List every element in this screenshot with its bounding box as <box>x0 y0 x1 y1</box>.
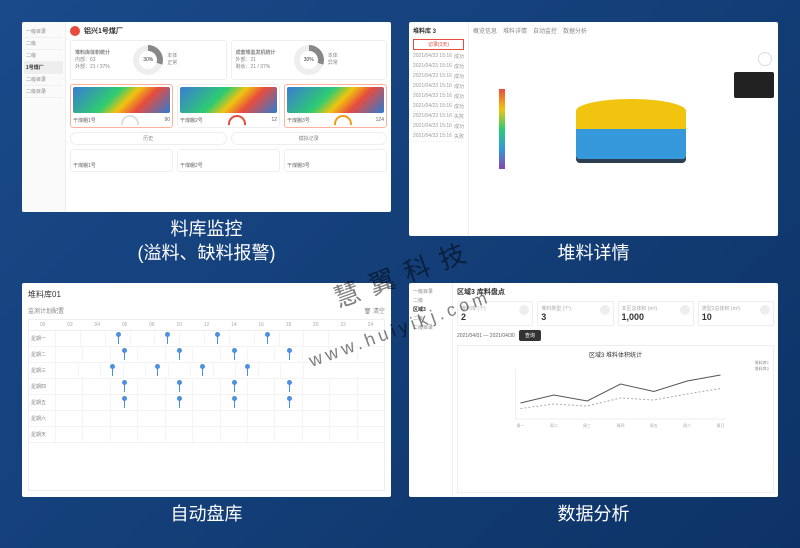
timeline-row[interactable]: 星期六 <box>29 411 384 427</box>
history-row[interactable]: 2021/04/23 15:16成功 <box>413 62 464 72</box>
stat-card: 堆料类型 (个)3 <box>537 301 613 326</box>
location-icon <box>70 26 80 36</box>
panel-warehouse-monitor: 一级目录 二级 二级 1号煤厂 二级目录 二级目录 铝兴1号煤厂 堆料库体积统计… <box>22 22 391 212</box>
pile-tile[interactable]: 干煤棚2号 <box>177 149 280 172</box>
donut-chart: 30% <box>133 45 163 75</box>
caption: 堆料详情 <box>558 242 630 265</box>
stat-card: 堆料库 (个)2 <box>457 301 533 326</box>
svg-text:周五: 周五 <box>650 422 658 428</box>
timeline-row[interactable]: 星期四 <box>29 379 384 395</box>
tab[interactable]: 概览信息 <box>473 26 497 35</box>
history-row[interactable]: 2021/04/23 15:16成功 <box>413 122 464 132</box>
history-row[interactable]: 2021/04/23 15:16成功 <box>413 52 464 62</box>
pile-tile[interactable]: 干煤棚1号90 <box>70 84 173 128</box>
pile-3d-render[interactable] <box>576 99 686 159</box>
chart-svg: 周一 周二 周三 周四 周五 周六 周日 <box>462 359 769 429</box>
simlog-button[interactable]: 模拟记录 <box>231 132 388 145</box>
tab[interactable]: 堆料详情 <box>503 26 527 35</box>
svg-text:周一: 周一 <box>517 422 525 428</box>
sidebar: 一级目录 二级 二级 1号煤厂 二级目录 二级目录 <box>22 22 66 212</box>
query-button[interactable]: 查询 <box>519 330 541 341</box>
history-row[interactable]: 2021/04/23 15:16失败 <box>413 112 464 122</box>
record-tag: 记录(3天) <box>413 39 464 50</box>
timeline-row[interactable]: 星期二 <box>29 347 384 363</box>
heatmap-thumb <box>73 87 170 113</box>
svg-text:周四: 周四 <box>617 422 625 428</box>
stat-card: 类型2总体积 (m³)10 <box>698 301 774 326</box>
clear-button[interactable]: 🗑 清空 <box>364 306 385 315</box>
gauge-icon <box>121 115 139 125</box>
pile-tile[interactable]: 干煤棚3号 <box>284 149 387 172</box>
timeline-row[interactable]: 星期五 <box>29 395 384 411</box>
svg-text:周六: 周六 <box>683 422 691 428</box>
sidebar-item[interactable]: 二级 <box>24 38 63 50</box>
donut-chart: 30% <box>294 45 324 75</box>
line-chart: 区域3 堆料体积统计 堆料库1堆料库2 周一周二周三周四周五周六周日 <box>457 345 774 493</box>
caption: 自动盘库 <box>171 503 243 526</box>
sidebar-item[interactable]: 区域3 <box>413 305 448 314</box>
stat-icon <box>680 305 690 315</box>
caption: 数据分析 <box>558 503 630 526</box>
heatmap-thumb <box>180 87 277 113</box>
color-scale <box>499 89 505 169</box>
gauge-icon <box>228 115 246 125</box>
sidebar-item-active[interactable]: 1号煤厂 <box>24 62 63 74</box>
history-row[interactable]: 2021/04/23 15:16失败 <box>413 132 464 142</box>
stat-card-volume: 堆料库体积统计内部：63外部：21 / 37% 30% 本体正常 <box>70 40 227 80</box>
pile-tile[interactable]: 干煤棚3号124 <box>284 84 387 128</box>
caption: 料库监控(溢料、缺料报警) <box>138 218 276 265</box>
panel-pile-detail: 堆料库 3 记录(3天) 2021/04/23 15:16成功2021/04/2… <box>409 22 778 236</box>
sidebar-item[interactable]: 二级 <box>24 50 63 62</box>
date-input[interactable]: 2021/04/01 — 2021/04/30 <box>457 333 515 339</box>
sidebar: 一级目录 二级 区域3 二级 二级目录 <box>409 283 453 497</box>
tab[interactable]: 数据分析 <box>563 26 587 35</box>
svg-text:周日: 周日 <box>717 422 725 428</box>
tab[interactable]: 自动监控 <box>533 26 557 35</box>
warehouse-title: 堆料库01 <box>28 289 385 300</box>
heatmap-thumb <box>287 87 384 113</box>
sidebar-item[interactable]: 二级目录 <box>24 74 63 86</box>
stat-card: 本区总体积 (m³)1,000 <box>618 301 694 326</box>
panel-auto-inventory: 堆料库01 监测计划配置 🗑 清空 00020406081012141618202… <box>22 283 391 497</box>
history-row[interactable]: 2021/04/23 15:16成功 <box>413 92 464 102</box>
svg-text:周二: 周二 <box>550 422 558 428</box>
sidebar-item[interactable]: 二级 <box>413 296 448 305</box>
config-label: 监测计划配置 <box>28 306 64 315</box>
sidebar-item[interactable]: 一级目录 <box>413 287 448 296</box>
stat-icon <box>760 305 770 315</box>
factory-title: 铝兴1号煤厂 <box>84 26 123 36</box>
panel-data-analysis: 一级目录 二级 区域3 二级 二级目录 区域3 库料盘点 堆料库 (个)2堆料类… <box>409 283 778 497</box>
compass-icon <box>758 52 772 66</box>
sidebar-item[interactable]: 二级目录 <box>413 323 448 332</box>
svg-text:周三: 周三 <box>583 422 591 428</box>
stat-icon <box>600 305 610 315</box>
page-title: 区域3 库料盘点 <box>457 287 774 297</box>
history-row[interactable]: 2021/04/23 15:16成功 <box>413 72 464 82</box>
pile-tile[interactable]: 干煤棚2号12 <box>177 84 280 128</box>
timeline-row[interactable]: 星期三当前时间段已有其他堆料任务 <box>29 363 384 379</box>
history-button[interactable]: 历史 <box>70 132 227 145</box>
gauge-icon <box>334 115 352 125</box>
timeline-row[interactable]: 星期一12:00 <box>29 331 384 347</box>
schedule-timeline[interactable]: 00020406081012141618202224 星期一12:00星期二星期… <box>28 319 385 491</box>
chart-title: 区域3 堆料体积统计 <box>462 350 769 359</box>
timeline-row[interactable]: 星期天 <box>29 427 384 443</box>
section-title: 堆料库 3 <box>413 26 464 35</box>
sidebar-item[interactable]: 一级目录 <box>24 26 63 38</box>
sidebar-item[interactable]: 二级目录 <box>24 86 63 98</box>
sidebar-item[interactable]: 二级 <box>413 314 448 323</box>
stat-card-device: 成套堆监发机统计外部：21剩余：21 / 37% 30% 本体异常 <box>231 40 388 80</box>
history-row[interactable]: 2021/04/23 15:16成功 <box>413 82 464 92</box>
history-row[interactable]: 2021/04/23 15:16成功 <box>413 102 464 112</box>
pile-tile[interactable]: 干煤棚1号 <box>70 149 173 172</box>
